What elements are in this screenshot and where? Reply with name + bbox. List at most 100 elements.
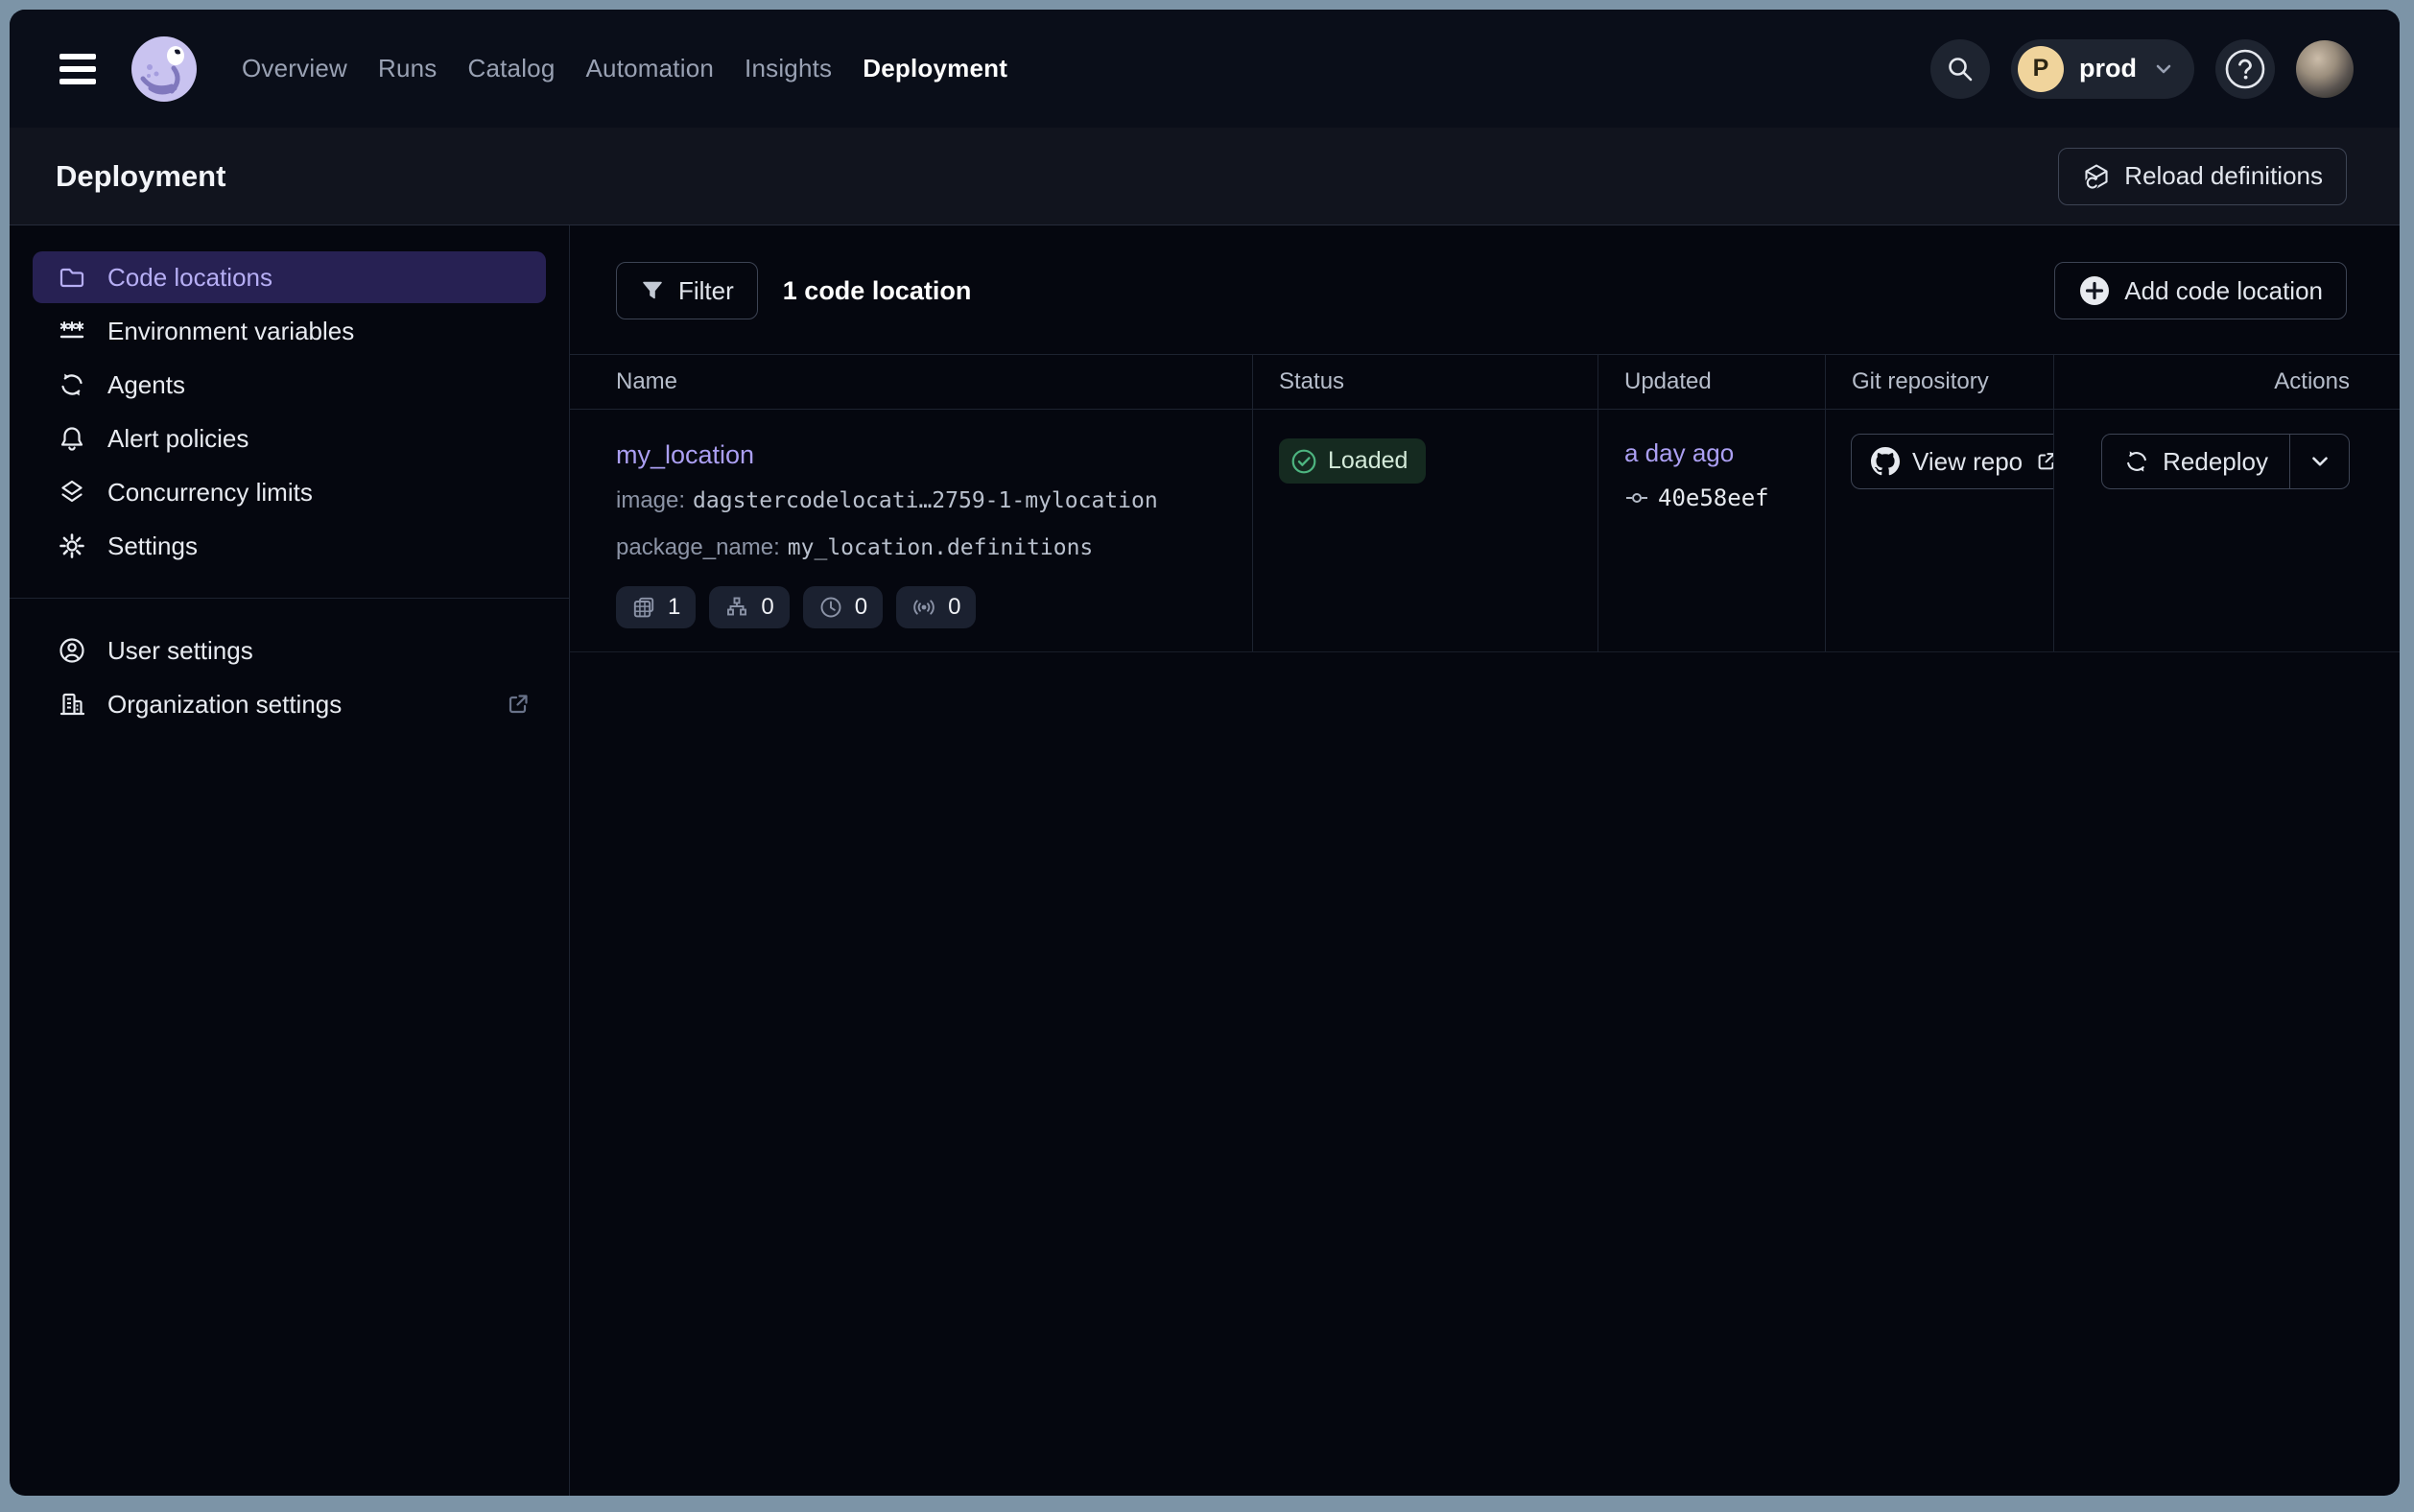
nav-item-catalog[interactable]: Catalog [467,54,555,83]
app-window: Overview Runs Catalog Automation Insight… [10,10,2400,1496]
column-header-name: Name [570,355,1252,409]
cell-status: Loaded [1252,410,1598,651]
environment-name: prod [2079,54,2137,83]
organization-icon [58,690,86,719]
gear-icon [58,532,86,560]
environment-switcher[interactable]: P prod [2011,39,2194,99]
sidebar-item-concurrency-limits[interactable]: Concurrency limits [33,466,546,518]
column-header-status: Status [1252,355,1598,409]
dagster-octopus-logo[interactable] [130,35,198,103]
package-line: package_name:my_location.definitions [616,533,1223,565]
column-header-git-repository: Git repository [1825,355,2053,409]
redeploy-icon [2123,448,2150,475]
layers-icon [58,478,86,507]
redeploy-menu-button[interactable] [2289,435,2349,488]
view-repo-button[interactable]: View repo [1851,434,2053,489]
sidebar-item-label: User settings [107,636,253,666]
git-commit-icon [1624,485,1649,510]
cell-updated: a day ago 40e58eef [1598,410,1825,651]
reload-definitions-label: Reload definitions [2124,161,2323,191]
commit-line: 40e58eef [1624,484,1825,511]
nav-item-insights[interactable]: Insights [745,54,832,83]
sidebar-item-label: Settings [107,532,198,561]
hamburger-icon[interactable] [59,54,96,84]
nav-item-deployment[interactable]: Deployment [863,54,1007,83]
top-navbar: Overview Runs Catalog Automation Insight… [10,10,2400,128]
sidebar-item-label: Code locations [107,263,272,293]
page-header: Deployment Reload definitions [10,128,2400,225]
image-label: image: [616,487,685,513]
env-variables-icon [58,317,86,345]
redeploy-split-button: Redeploy [2101,434,2350,489]
chevron-down-icon [2308,449,2332,474]
commit-hash: 40e58eef [1658,484,1769,511]
sensors-count-badge: 0 [896,586,976,628]
plus-circle-icon [2078,274,2111,307]
search-button[interactable] [1930,39,1990,99]
deployment-sidebar: Code locations Environment variables [10,225,570,1496]
github-icon [1871,447,1900,476]
jobs-count-badge: 0 [709,586,789,628]
add-code-location-label: Add code location [2124,276,2323,306]
search-icon [1946,55,1975,83]
redeploy-label: Redeploy [2163,447,2268,477]
status-badge: Loaded [1279,438,1426,484]
bell-icon [58,424,86,453]
octopus-icon [130,35,198,103]
sidebar-divider [10,598,569,599]
assets-icon [631,595,656,620]
check-circle-icon [1290,448,1317,475]
image-line: image:dagstercodelocati…2759-1-mylocatio… [616,486,1223,518]
user-avatar[interactable] [2296,40,2354,98]
status-label: Loaded [1328,447,1408,475]
code-locations-table: Name Status Updated Git repository Actio… [570,354,2400,652]
assets-count: 1 [668,594,680,621]
definition-count-badges: 1 0 [616,586,1223,628]
updated-time-link[interactable]: a day ago [1624,438,1734,467]
filter-button[interactable]: Filter [616,262,758,319]
cell-git-repository: View repo [1825,410,2053,651]
sidebar-item-organization-settings[interactable]: Organization settings [33,678,546,730]
column-header-updated: Updated [1598,355,1825,409]
help-button[interactable] [2215,39,2275,99]
sidebar-item-label: Alert policies [107,424,248,454]
sidebar-item-code-locations[interactable]: Code locations [33,251,546,303]
environment-initial-badge: P [2018,46,2064,92]
cell-actions: Redeploy [2053,410,2400,651]
schedules-count-badge: 0 [803,586,883,628]
nav-item-automation[interactable]: Automation [586,54,715,83]
nav-item-overview[interactable]: Overview [242,54,347,83]
sidebar-item-alert-policies[interactable]: Alert policies [33,413,546,464]
code-location-link[interactable]: my_location [616,438,754,471]
nav-item-runs[interactable]: Runs [378,54,438,83]
redeploy-button[interactable]: Redeploy [2102,435,2289,488]
sidebar-item-environment-variables[interactable]: Environment variables [33,305,546,357]
code-locations-toolbar: Filter 1 code location Add code location [570,225,2400,354]
add-code-location-button[interactable]: Add code location [2054,262,2347,319]
reload-definitions-icon [2082,162,2111,191]
package-name-value: my_location.definitions [788,535,1094,560]
folder-icon [58,263,86,292]
sidebar-item-label: Organization settings [107,690,342,720]
code-location-count: 1 code location [783,276,972,306]
primary-nav: Overview Runs Catalog Automation Insight… [242,54,1007,83]
schedules-count: 0 [855,594,867,621]
schedules-icon [818,595,843,620]
assets-count-badge: 1 [616,586,696,628]
sidebar-item-agents[interactable]: Agents [33,359,546,411]
external-link-icon [506,692,531,717]
sensors-count: 0 [948,594,960,621]
column-header-actions: Actions [2053,355,2400,409]
sidebar-item-settings[interactable]: Settings [33,520,546,572]
navbar-right-cluster: P prod [1930,39,2354,99]
cell-name: my_location image:dagstercodelocati…2759… [570,410,1252,651]
user-circle-icon [58,636,86,665]
sensors-icon [911,595,936,620]
sidebar-item-user-settings[interactable]: User settings [33,625,546,676]
page-title: Deployment [56,159,225,194]
table-row: my_location image:dagstercodelocati…2759… [570,410,2400,652]
reload-definitions-button[interactable]: Reload definitions [2058,148,2347,205]
main-panel: Filter 1 code location Add code location… [570,225,2400,1496]
sidebar-item-label: Concurrency limits [107,478,313,508]
table-header-row: Name Status Updated Git repository Actio… [570,355,2400,410]
